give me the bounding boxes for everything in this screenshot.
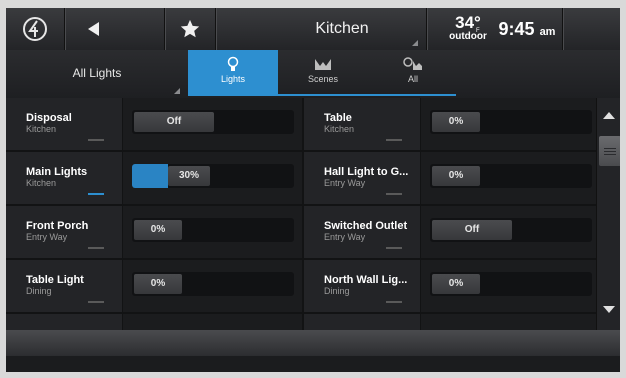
state-indicator [386, 139, 402, 141]
tab-lights-label: Lights [220, 74, 246, 84]
room-title-button[interactable]: Kitchen [262, 8, 422, 50]
state-indicator [88, 247, 104, 249]
device-room: Dining [324, 286, 350, 296]
list-item: Table Light Dining 0% [6, 260, 302, 314]
device-room: Kitchen [324, 124, 355, 134]
device-list: Disposal Kitchen Off Table Kitchen 0% Ma… [6, 98, 596, 330]
back-button[interactable] [65, 8, 123, 50]
bulb-icon [227, 56, 239, 71]
dimmer-slider[interactable]: 0% [132, 218, 294, 242]
dimmer-slider[interactable]: 30% [132, 164, 294, 188]
weather-display[interactable]: 34° F outdoor [438, 14, 498, 43]
scroll-thumb[interactable] [599, 136, 620, 166]
list-item: North Wall Lig... Dining 0% [304, 260, 596, 314]
device-name: Front Porch [26, 220, 89, 232]
device-name: Switched Outlet [324, 220, 408, 232]
device-name: Hall Light to G... [324, 166, 409, 178]
list-item-partial [6, 314, 302, 330]
filter-label: All Lights [72, 66, 122, 80]
device-name: Disposal [26, 112, 72, 124]
slider-knob[interactable]: 0% [432, 112, 480, 132]
device-name: North Wall Lig... [324, 274, 408, 286]
device-room: Dining [26, 286, 52, 296]
tab-scenes[interactable]: Scenes [278, 50, 368, 96]
list-item-partial [304, 314, 596, 330]
tab-scenes-label: Scenes [307, 74, 339, 84]
device-name: Table Light [26, 274, 84, 286]
state-indicator [386, 193, 402, 195]
slider-knob[interactable]: 0% [432, 166, 480, 186]
temperature-label: outdoor [449, 31, 487, 42]
device-room: Entry Way [324, 178, 366, 188]
all-icon [403, 57, 422, 70]
scroll-down-icon[interactable] [603, 306, 615, 313]
clock-ampm: am [539, 26, 556, 38]
tab-underline [188, 94, 456, 96]
tab-all[interactable]: All [368, 50, 458, 96]
list-item: Table Kitchen 0% [304, 98, 596, 152]
switch-control[interactable]: Off [132, 110, 294, 134]
temperature-unit: F [476, 28, 480, 34]
list-item: Main Lights Kitchen 30% [6, 152, 302, 206]
slider-knob[interactable]: 0% [134, 220, 182, 240]
slider-knob[interactable]: 0% [432, 274, 480, 294]
device-room: Kitchen [26, 124, 57, 134]
tab-all-label: All [407, 74, 418, 84]
app-screen: Kitchen 34° F outdoor 9:45 am All Lights… [6, 8, 620, 372]
scroll-up-icon[interactable] [603, 112, 615, 119]
all-lights-filter-button[interactable]: All Lights [6, 50, 188, 96]
dimmer-slider[interactable]: 0% [430, 110, 592, 134]
clock: 9:45 am [492, 8, 562, 50]
device-room: Kitchen [26, 178, 57, 188]
bottom-bar [6, 330, 620, 356]
dimmer-slider[interactable]: 0% [430, 164, 592, 188]
list-item: Front Porch Entry Way 0% [6, 206, 302, 260]
list-item: Disposal Kitchen Off [6, 98, 302, 152]
tab-bar: All Lights Lights Scenes All [6, 50, 620, 98]
device-name: Table [324, 112, 352, 124]
slider-knob[interactable]: 30% [168, 166, 210, 186]
scrollbar[interactable] [596, 98, 620, 330]
state-indicator [386, 301, 402, 303]
switch-knob[interactable]: Off [134, 112, 214, 132]
star-icon [180, 19, 200, 38]
device-name: Main Lights [26, 166, 88, 178]
list-item: Hall Light to G... Entry Way 0% [304, 152, 596, 206]
home-button[interactable] [6, 8, 64, 50]
dimmer-slider[interactable]: 0% [132, 272, 294, 296]
clock-time: 9:45 [498, 19, 535, 39]
switch-control[interactable]: Off [430, 218, 592, 242]
device-room: Entry Way [26, 232, 68, 242]
device-room: Entry Way [324, 232, 366, 242]
favorites-button[interactable] [165, 8, 215, 50]
home-logo-icon [23, 17, 47, 41]
state-indicator [88, 139, 104, 141]
list-item: Switched Outlet Entry Way Off [304, 206, 596, 260]
state-indicator [386, 247, 402, 249]
switch-knob[interactable]: Off [432, 220, 512, 240]
top-bar: Kitchen 34° F outdoor 9:45 am [6, 8, 620, 50]
slider-knob[interactable]: 0% [134, 274, 182, 294]
state-indicator [88, 193, 104, 195]
dropdown-corner-icon [412, 40, 418, 46]
slider-fill [132, 164, 168, 188]
scenes-icon [315, 59, 331, 70]
tab-lights[interactable]: Lights [188, 50, 278, 96]
back-arrow-icon [88, 22, 99, 36]
filter-dropdown-icon [174, 88, 180, 94]
state-indicator [88, 301, 104, 303]
dimmer-slider[interactable]: 0% [430, 272, 592, 296]
